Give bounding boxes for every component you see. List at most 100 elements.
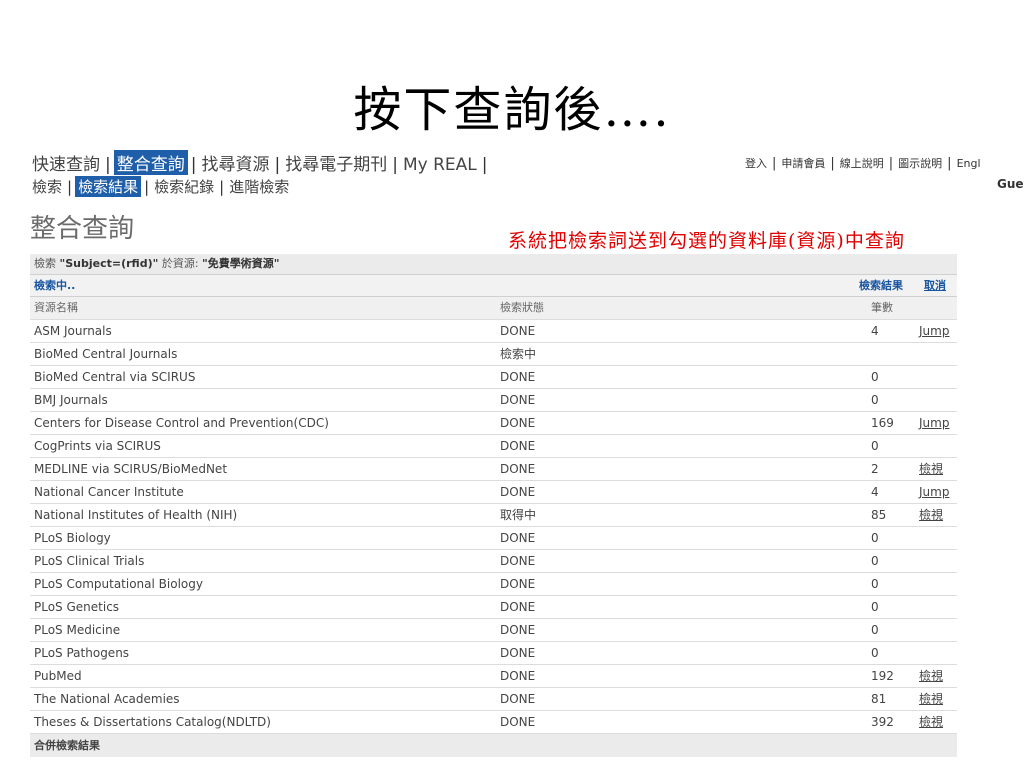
- search-status: 檢索中..: [34, 279, 76, 292]
- result-count: 4: [871, 324, 879, 338]
- table-row: Theses & Dissertations Catalog(NDLTD) DON…: [30, 711, 957, 734]
- secondary-nav: 檢索 | 檢索結果 | 檢索紀錄 | 進階檢索: [30, 176, 291, 197]
- resource-name: National Institutes of Health (NIH): [34, 508, 238, 522]
- nav-my-real[interactable]: My REAL: [401, 155, 479, 175]
- online-help-link[interactable]: 線上說明: [840, 157, 884, 170]
- table-row: PubMed DONE 192 檢視: [30, 665, 957, 688]
- search-status-cell: DONE: [500, 370, 536, 384]
- utility-links: 登入 | 申請會員 | 線上說明 | 圖示說明 | Engl: [745, 155, 981, 171]
- page-title: 整合查詢: [30, 214, 135, 244]
- resource-name: The National Academies: [34, 692, 180, 706]
- result-count: 0: [871, 370, 879, 384]
- result-action-link[interactable]: 檢視: [919, 711, 943, 733]
- resource-name: CogPrints via SCIRUS: [34, 439, 161, 453]
- search-status-cell: DONE: [500, 416, 536, 430]
- resource-name: PLoS Computational Biology: [34, 577, 203, 591]
- merge-results-label[interactable]: 合併檢索結果: [34, 739, 100, 752]
- nav-divider: |: [392, 155, 398, 175]
- result-action-link[interactable]: Jump: [919, 320, 949, 342]
- nav-quick-search[interactable]: 快速查詢: [30, 150, 102, 175]
- guest-label: Gue: [997, 177, 1024, 191]
- query-string: "Subject=(rfid)": [59, 257, 159, 270]
- resource-name: BMJ Journals: [34, 393, 108, 407]
- search-status-cell: DONE: [500, 554, 536, 568]
- link-divider: |: [947, 156, 952, 171]
- nav-divider: |: [105, 155, 111, 175]
- table-row: BMJ Journals DONE 0: [30, 389, 957, 412]
- search-status-cell: DONE: [500, 646, 536, 660]
- nav-divider: |: [481, 155, 488, 175]
- resource-name: PLoS Biology: [34, 531, 111, 545]
- subnav-search-history[interactable]: 檢索紀錄: [152, 176, 216, 197]
- cancel-link[interactable]: 取消: [924, 275, 946, 296]
- search-status-cell: DONE: [500, 439, 536, 453]
- search-status-cell: DONE: [500, 692, 536, 706]
- resource-name: BioMed Central via SCIRUS: [34, 370, 196, 384]
- search-status-cell: DONE: [500, 393, 536, 407]
- table-row: PLoS Clinical Trials DONE 0: [30, 550, 957, 573]
- resource-name: PLoS Medicine: [34, 623, 121, 637]
- nav-divider: |: [67, 178, 73, 196]
- result-count: 0: [871, 577, 879, 591]
- result-action-link[interactable]: 檢視: [919, 458, 943, 480]
- resource-name: BioMed Central Journals: [34, 347, 178, 361]
- resource-name: MEDLINE via SCIRUS/BioMedNet: [34, 462, 228, 476]
- link-divider: |: [830, 156, 835, 171]
- nav-integrated-search[interactable]: 整合查詢: [113, 150, 188, 175]
- query-resource: "免費學術資源": [202, 257, 280, 270]
- search-status-cell: DONE: [500, 715, 536, 729]
- search-status-cell: DONE: [500, 485, 536, 499]
- table-row: BioMed Central via SCIRUS DONE 0: [30, 366, 957, 389]
- table-row: PLoS Medicine DONE 0: [30, 619, 957, 642]
- result-count: 81: [871, 692, 887, 706]
- table-header: 資源名稱 檢索狀態 筆數: [30, 297, 957, 320]
- resource-name: PubMed: [34, 669, 82, 683]
- result-action-link[interactable]: Jump: [919, 481, 949, 503]
- search-status-cell: DONE: [500, 462, 536, 476]
- result-count: 0: [871, 439, 879, 453]
- resource-name: PLoS Pathogens: [34, 646, 130, 660]
- search-status-cell: DONE: [500, 669, 536, 683]
- merge-results-bar[interactable]: 合併檢索結果: [30, 734, 957, 757]
- result-count: 392: [871, 715, 894, 729]
- result-count: 0: [871, 393, 879, 407]
- subnav-search[interactable]: 檢索: [30, 176, 64, 197]
- result-count: 0: [871, 623, 879, 637]
- result-count: 0: [871, 600, 879, 614]
- result-action-link[interactable]: Jump: [919, 412, 949, 434]
- search-status-bar: 檢索中.. 檢索結果 取消: [30, 275, 957, 297]
- search-status-cell: DONE: [500, 324, 536, 338]
- subnav-advanced-search[interactable]: 進階檢索: [227, 176, 291, 197]
- resource-name: ASM Journals: [34, 324, 112, 338]
- resource-name: Theses & Dissertations Catalog(NDLTD): [34, 715, 271, 729]
- annotation-note: 系統把檢索詞送到勾選的資料庫(資源)中查詢: [508, 230, 905, 252]
- nav-divider: |: [190, 155, 197, 175]
- subnav-search-results[interactable]: 檢索結果: [75, 176, 142, 197]
- result-count: 4: [871, 485, 879, 499]
- table-row: Centers for Disease Control and Preventi…: [30, 412, 957, 435]
- search-status-cell: DONE: [500, 531, 536, 545]
- result-action-link[interactable]: 檢視: [919, 504, 943, 526]
- table-row: PLoS Genetics DONE 0: [30, 596, 957, 619]
- result-action-link[interactable]: 檢視: [919, 688, 943, 710]
- register-link[interactable]: 申請會員: [781, 157, 825, 170]
- result-count: 2: [871, 462, 879, 476]
- language-link[interactable]: Engl: [957, 157, 981, 170]
- table-row: CogPrints via SCIRUS DONE 0: [30, 435, 957, 458]
- icon-legend-link[interactable]: 圖示說明: [898, 157, 942, 170]
- header-search-status: 檢索狀態: [500, 301, 544, 314]
- view-results-link[interactable]: 檢索結果: [859, 275, 903, 296]
- resource-name: PLoS Genetics: [34, 600, 120, 614]
- login-link[interactable]: 登入: [745, 157, 767, 170]
- table-row: National Cancer Institute DONE 4 Jump: [30, 481, 957, 504]
- nav-find-ejournals[interactable]: 找尋電子期刊: [283, 150, 389, 175]
- results-panel: 檢索 "Subject=(rfid)" 於資源: "免費學術資源" 檢索中.. …: [30, 254, 957, 757]
- link-divider: |: [772, 156, 777, 171]
- nav-find-resources[interactable]: 找尋資源: [199, 150, 271, 175]
- query-prefix: 檢索: [34, 257, 60, 270]
- nav-divider: |: [144, 178, 150, 196]
- result-action-link[interactable]: 檢視: [919, 665, 943, 687]
- query-middle: 於資源:: [158, 257, 203, 270]
- table-row: PLoS Biology DONE 0: [30, 527, 957, 550]
- search-status-cell: DONE: [500, 623, 536, 637]
